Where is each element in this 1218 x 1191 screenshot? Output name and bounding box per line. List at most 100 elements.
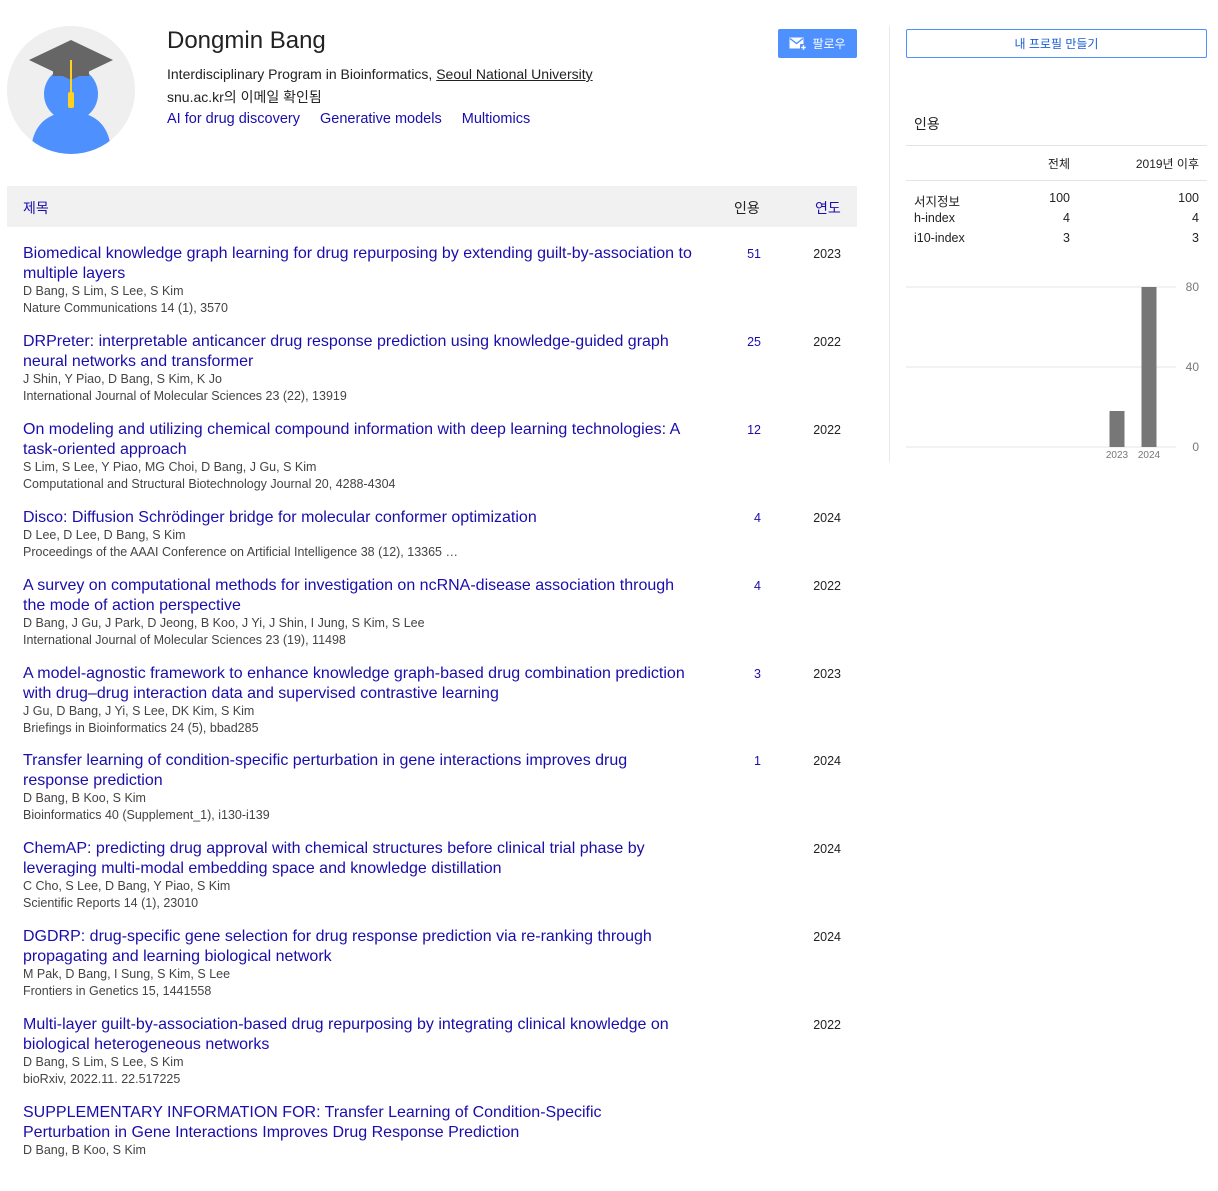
article-cited-count[interactable]: 25 bbox=[697, 335, 761, 349]
stats-value-since: 4 bbox=[1192, 211, 1199, 225]
chart-x-tick-label: 2024 bbox=[1138, 450, 1161, 461]
article-venue: Frontiers in Genetics 15, 1441558 bbox=[23, 984, 212, 998]
articles-list: Biomedical knowledge graph learning for … bbox=[7, 244, 857, 1191]
article-venue: Bioinformatics 40 (Supplement_1), i130-i… bbox=[23, 808, 270, 822]
article-title-link[interactable]: On modeling and utilizing chemical compo… bbox=[23, 420, 693, 460]
stats-row: h-index 4 4 bbox=[906, 209, 1207, 229]
article-venue: International Journal of Molecular Scien… bbox=[23, 389, 347, 403]
interest-link[interactable]: Generative models bbox=[320, 111, 442, 127]
column-cited-by: 인용 bbox=[734, 200, 760, 216]
article-authors: D Bang, B Koo, S Kim bbox=[23, 1143, 146, 1157]
chart-y-tick-label: 40 bbox=[1186, 360, 1200, 374]
article-cited-count[interactable]: 4 bbox=[697, 511, 761, 525]
profile-avatar bbox=[7, 26, 135, 154]
article-cited-count[interactable]: 12 bbox=[697, 423, 761, 437]
article-year: 2024 bbox=[813, 754, 841, 768]
interest-link[interactable]: AI for drug discovery bbox=[167, 111, 300, 127]
graduate-avatar-icon bbox=[7, 26, 135, 154]
article-row: Biomedical knowledge graph learning for … bbox=[7, 244, 857, 332]
stats-value-all: 100 bbox=[1049, 191, 1070, 205]
article-authors: C Cho, S Lee, D Bang, Y Piao, S Kim bbox=[23, 879, 231, 893]
chart-y-tick-label: 0 bbox=[1192, 440, 1199, 454]
stats-value-all: 4 bbox=[1063, 211, 1070, 225]
article-title-link[interactable]: A model-agnostic framework to enhance kn… bbox=[23, 664, 693, 704]
article-cited-count[interactable]: 51 bbox=[697, 247, 761, 261]
article-title-link[interactable]: DGDRP: drug-specific gene selection for … bbox=[23, 927, 693, 967]
article-row: DGDRP: drug-specific gene selection for … bbox=[7, 927, 857, 1015]
affiliation-org-link[interactable]: Seoul National University bbox=[436, 66, 592, 82]
stats-label-link[interactable]: i10-index bbox=[914, 231, 965, 245]
article-venue: Computational and Structural Biotechnolo… bbox=[23, 477, 396, 491]
article-row: A survey on computational methods for in… bbox=[7, 576, 857, 664]
stats-row: i10-index 3 3 bbox=[906, 229, 1207, 249]
create-profile-button[interactable]: 내 프로필 만들기 bbox=[906, 29, 1207, 58]
article-row: SUPPLEMENTARY INFORMATION FOR: Transfer … bbox=[7, 1103, 857, 1191]
chart-y-tick-label: 80 bbox=[1186, 280, 1200, 294]
stats-header-all: 전체 bbox=[1047, 157, 1070, 171]
article-year: 2023 bbox=[813, 247, 841, 261]
article-venue: International Journal of Molecular Scien… bbox=[23, 633, 346, 647]
stats-header-since: 2019년 이후 bbox=[1135, 157, 1199, 171]
stats-value-since: 100 bbox=[1178, 191, 1199, 205]
article-venue: Proceedings of the AAAI Conference on Ar… bbox=[23, 545, 458, 559]
stats-row: 서지정보 100 100 bbox=[906, 189, 1207, 209]
citation-stats-table: 전체 2019년 이후 서지정보 100 100 h-index 4 4 i10… bbox=[906, 145, 1207, 249]
citations-per-year-chart: 0 40 80 2023 2024 bbox=[906, 280, 1200, 461]
article-cited-count[interactable]: 3 bbox=[697, 667, 761, 681]
sort-by-title[interactable]: 제목 bbox=[23, 198, 49, 218]
interest-link[interactable]: Multiomics bbox=[462, 111, 530, 127]
article-cited-count[interactable]: 4 bbox=[697, 579, 761, 593]
chart-bar bbox=[1109, 411, 1125, 447]
article-year: 2024 bbox=[813, 930, 841, 944]
article-cited-count[interactable]: 1 bbox=[697, 754, 761, 768]
follow-button[interactable]: 팔로우 bbox=[778, 29, 857, 58]
article-authors: D Bang, J Gu, J Park, D Jeong, B Koo, J … bbox=[23, 616, 425, 630]
article-venue: Scientific Reports 14 (1), 23010 bbox=[23, 896, 199, 910]
article-authors: S Lim, S Lee, Y Piao, MG Choi, D Bang, J… bbox=[23, 460, 317, 474]
stats-header-row: 전체 2019년 이후 bbox=[906, 146, 1207, 180]
article-title-link[interactable]: Multi-layer guilt-by-association-based d… bbox=[23, 1015, 693, 1055]
article-authors: D Bang, B Koo, S Kim bbox=[23, 791, 146, 805]
article-year: 2024 bbox=[813, 511, 841, 525]
research-interests: AI for drug discovery Generative models … bbox=[167, 111, 546, 127]
article-venue: bioRxiv, 2022.11. 22.517225 bbox=[23, 1072, 181, 1086]
chart-bar bbox=[1141, 287, 1157, 447]
mail-plus-icon bbox=[789, 37, 808, 51]
article-title-link[interactable]: DRPreter: interpretable anticancer drug … bbox=[23, 332, 693, 372]
stats-label-link[interactable]: h-index bbox=[914, 211, 955, 225]
article-title-link[interactable]: SUPPLEMENTARY INFORMATION FOR: Transfer … bbox=[23, 1103, 693, 1143]
article-venue: Nature Communications 14 (1), 3570 bbox=[23, 301, 228, 315]
profile-name: Dongmin Bang bbox=[167, 27, 326, 54]
sort-by-year[interactable]: 연도 bbox=[815, 198, 841, 218]
stats-value-all: 3 bbox=[1063, 231, 1070, 245]
article-row: On modeling and utilizing chemical compo… bbox=[7, 420, 857, 508]
follow-label: 팔로우 bbox=[812, 37, 846, 51]
article-row: DRPreter: interpretable anticancer drug … bbox=[7, 332, 857, 420]
article-authors: J Gu, D Bang, J Yi, S Lee, DK Kim, S Kim bbox=[23, 704, 255, 718]
article-row: A model-agnostic framework to enhance kn… bbox=[7, 664, 857, 751]
stats-label-link[interactable]: 서지정보 bbox=[914, 191, 960, 210]
article-year: 2024 bbox=[813, 842, 841, 856]
article-title-link[interactable]: Biomedical knowledge graph learning for … bbox=[23, 244, 693, 284]
article-title-link[interactable]: Transfer learning of condition-specific … bbox=[23, 751, 693, 791]
article-year: 2022 bbox=[813, 579, 841, 593]
article-row: ChemAP: predicting drug approval with ch… bbox=[7, 839, 857, 927]
articles-table-header: 제목 인용 연도 bbox=[7, 186, 857, 227]
article-title-link[interactable]: A survey on computational methods for in… bbox=[23, 576, 693, 616]
article-authors: M Pak, D Bang, I Sung, S Kim, S Lee bbox=[23, 967, 231, 981]
article-row: Transfer learning of condition-specific … bbox=[7, 751, 857, 839]
article-title-link[interactable]: Disco: Diffusion Schrödinger bridge for … bbox=[23, 508, 693, 528]
article-authors: D Lee, D Lee, D Bang, S Kim bbox=[23, 528, 186, 542]
article-row: Disco: Diffusion Schrödinger bridge for … bbox=[7, 508, 857, 576]
article-year: 2022 bbox=[813, 423, 841, 437]
profile-email-verified: snu.ac.kr의 이메일 확인됨 bbox=[167, 89, 322, 105]
article-venue: Briefings in Bioinformatics 24 (5), bbad… bbox=[23, 721, 259, 735]
article-authors: D Bang, S Lim, S Lee, S Kim bbox=[23, 1055, 184, 1069]
column-divider bbox=[889, 26, 890, 462]
cited-by-heading: 인용 bbox=[914, 116, 940, 132]
article-row: Multi-layer guilt-by-association-based d… bbox=[7, 1015, 857, 1103]
article-authors: D Bang, S Lim, S Lee, S Kim bbox=[23, 284, 184, 298]
article-title-link[interactable]: ChemAP: predicting drug approval with ch… bbox=[23, 839, 693, 879]
article-year: 2023 bbox=[813, 667, 841, 681]
stats-value-since: 3 bbox=[1192, 231, 1199, 245]
